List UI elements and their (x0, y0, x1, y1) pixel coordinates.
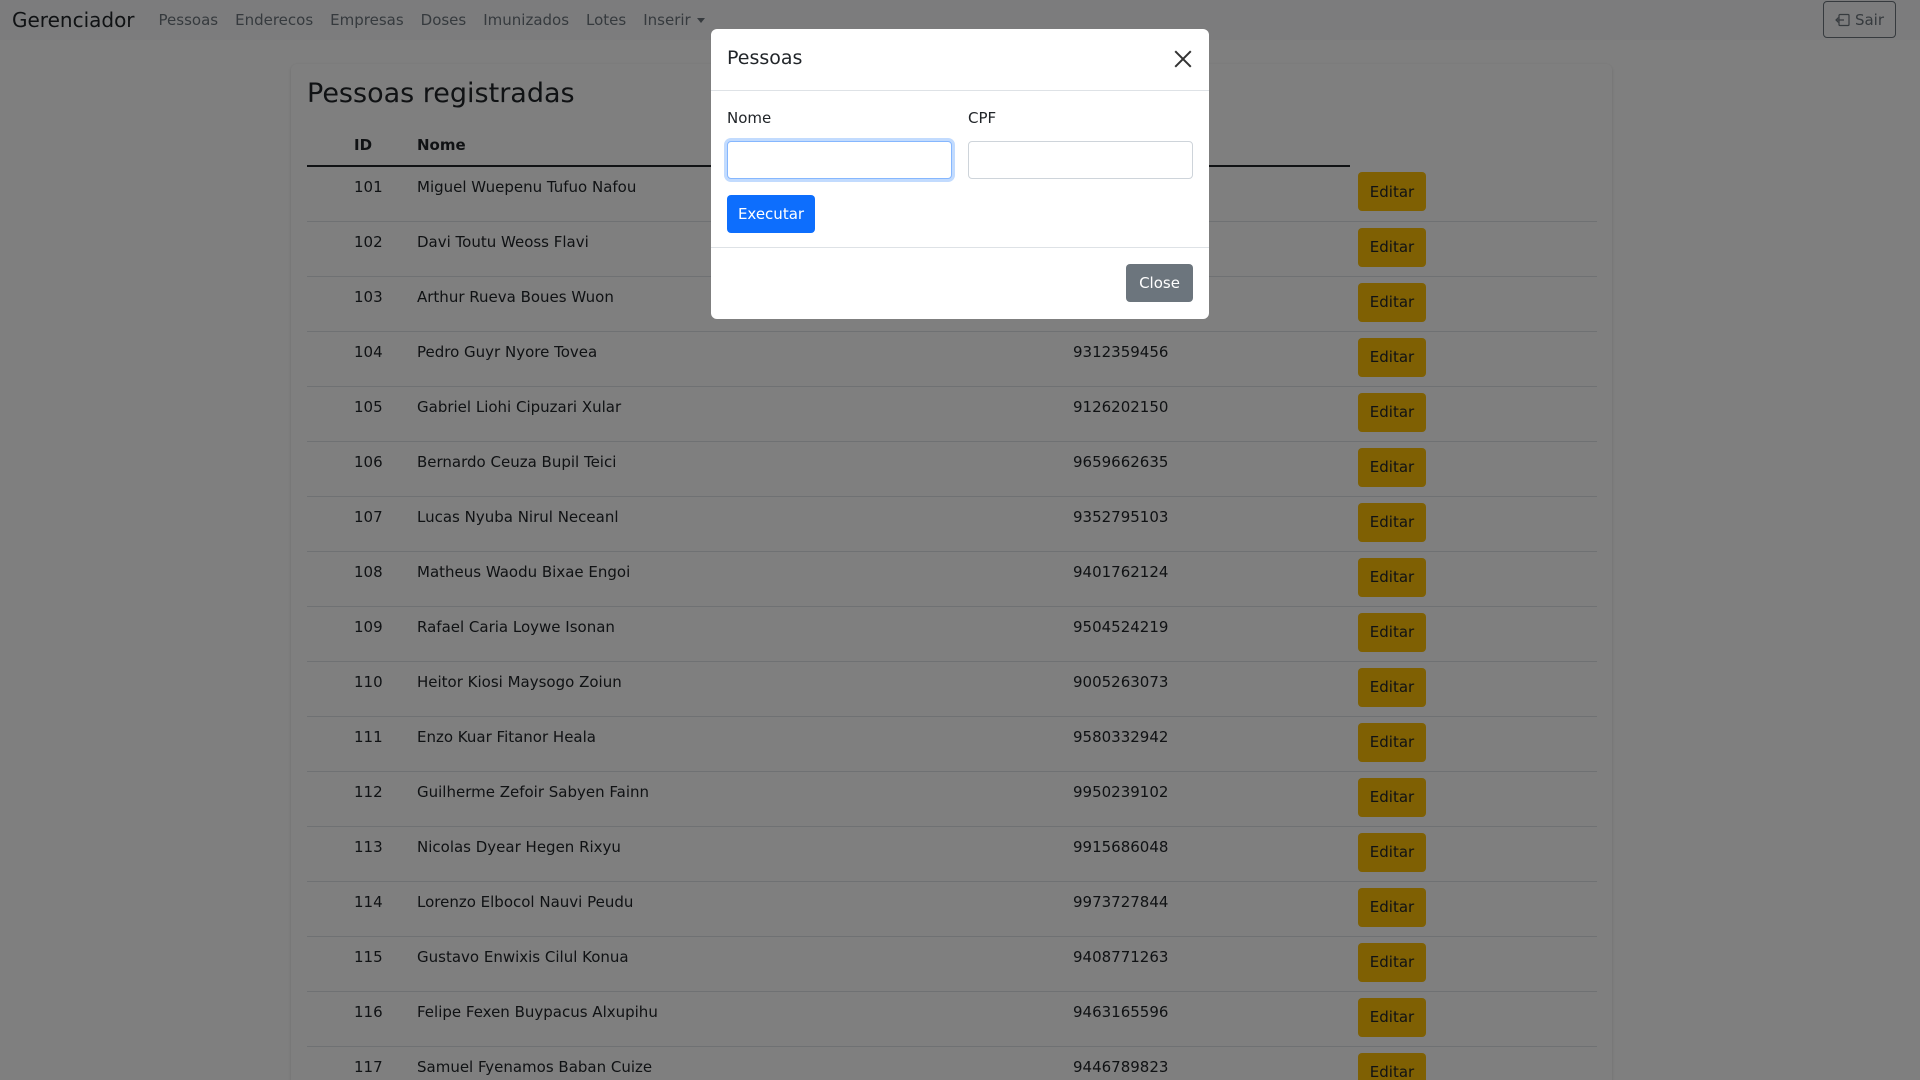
execute-button[interactable]: Executar (727, 195, 815, 233)
close-icon[interactable] (1171, 47, 1195, 71)
close-button[interactable]: Close (1126, 264, 1193, 302)
nome-label: Nome (727, 109, 772, 127)
modal-title: Pessoas (727, 47, 803, 69)
cpf-input[interactable] (968, 141, 1193, 179)
cpf-label: CPF (968, 109, 997, 127)
modal-body: Nome CPF Executar (711, 91, 1209, 248)
modal-header: Pessoas (711, 29, 1209, 91)
modal-footer: Close (711, 248, 1209, 318)
nome-input[interactable] (727, 141, 952, 179)
pessoas-modal: Pessoas Nome CPF Executar Close (711, 29, 1209, 319)
